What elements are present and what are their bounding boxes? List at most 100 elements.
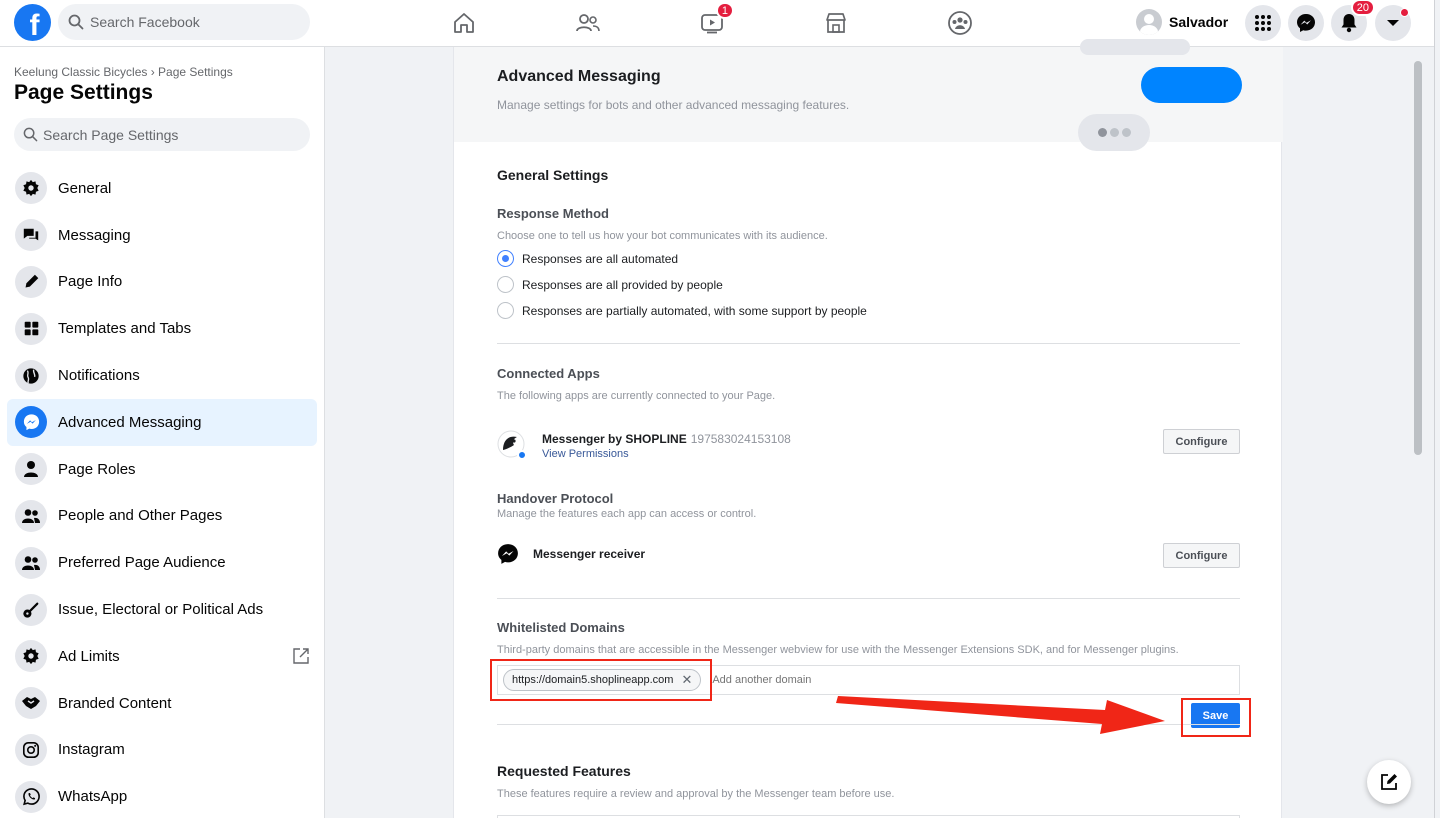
page-title: Page Settings xyxy=(14,81,153,104)
profile-name: Salvador xyxy=(1169,14,1229,30)
response-method-desc: Choose one to tell us how your bot commu… xyxy=(497,230,828,242)
annotation-arrow-icon xyxy=(836,696,1165,734)
typing-indicator-icon xyxy=(1078,114,1150,151)
external-link-icon xyxy=(292,647,310,670)
radio-button[interactable] xyxy=(497,302,514,319)
connected-app-name: Messenger by SHOPLINE xyxy=(542,432,687,446)
decorative-chat-bubble xyxy=(1141,67,1242,103)
compose-icon xyxy=(1381,774,1397,790)
messenger-button[interactable] xyxy=(1288,5,1324,41)
search-icon xyxy=(23,127,38,142)
requested-features-desc: These features require a review and appr… xyxy=(497,788,895,800)
sidebar-item-page-roles[interactable]: Page Roles xyxy=(7,446,317,493)
marketplace-tab[interactable] xyxy=(820,8,852,38)
radio-all-automated[interactable]: Responses are all automated xyxy=(497,250,678,267)
new-message-button[interactable] xyxy=(1367,760,1411,804)
sidebar-item-page-info[interactable]: Page Info xyxy=(7,259,317,306)
profile-button[interactable]: Salvador xyxy=(1136,7,1228,37)
sidebar-item-label: Branded Content xyxy=(58,694,172,712)
sidebar-item-instagram[interactable]: Instagram xyxy=(7,727,317,774)
sidebar-item-label: Page Info xyxy=(58,273,123,291)
connected-apps-title: Connected Apps xyxy=(497,366,600,381)
sidebar-item-label: Issue, Electoral or Political Ads xyxy=(58,601,264,619)
account-menu-button[interactable] xyxy=(1375,5,1411,41)
sidebar-item-label: Preferred Page Audience xyxy=(58,554,226,572)
home-tab[interactable] xyxy=(448,8,480,38)
facebook-search-input[interactable]: Search Facebook xyxy=(58,4,310,40)
view-permissions-link[interactable]: View Permissions xyxy=(542,448,791,460)
sidebar-item-preferred-page-audience[interactable]: Preferred Page Audience xyxy=(7,539,317,586)
guitar-icon xyxy=(15,593,47,626)
connected-app-info: Messenger by SHOPLINE 197583024153108 Vie… xyxy=(542,430,791,460)
sidebar-item-general[interactable]: General xyxy=(7,165,317,212)
radio-button[interactable] xyxy=(497,276,514,293)
panel-subtitle: Manage settings for bots and other advan… xyxy=(497,98,850,112)
radio-all-people[interactable]: Responses are all provided by people xyxy=(497,276,723,293)
scrollbar-thumb[interactable] xyxy=(1414,61,1422,455)
apps-grid-icon xyxy=(1255,15,1271,31)
search-icon xyxy=(68,14,84,30)
sidebar-item-label: Messaging xyxy=(58,226,131,244)
marketplace-icon xyxy=(826,13,846,33)
whitelisted-domains-desc: Third-party domains that are accessible … xyxy=(497,644,1179,656)
configure-connected-app-button[interactable]: Configure xyxy=(1163,429,1240,454)
watch-tab[interactable]: 1 xyxy=(696,2,734,38)
configure-handover-button[interactable]: Configure xyxy=(1163,543,1240,568)
sidebar-item-branded-content[interactable]: Branded Content xyxy=(7,680,317,727)
chat-icon xyxy=(15,219,47,252)
handover-protocol-desc: Manage the features each app can access … xyxy=(497,508,757,520)
sidebar-item-ad-limits[interactable]: Ad Limits xyxy=(7,633,317,680)
sidebar-item-label: Instagram xyxy=(58,741,125,759)
friends-tab[interactable] xyxy=(572,8,604,38)
facebook-logo[interactable]: f xyxy=(14,4,51,42)
top-navigation-bar: f Search Facebook 1 Salvador 20 xyxy=(0,0,1440,47)
messenger-icon xyxy=(15,406,47,439)
panel-header: Advanced Messaging Manage settings for b… xyxy=(454,39,1283,151)
add-domain-input[interactable] xyxy=(712,674,1193,686)
radio-button[interactable] xyxy=(497,250,514,267)
decorative-chat-bubble xyxy=(1080,39,1190,55)
response-method-title: Response Method xyxy=(497,206,609,221)
account-alert-dot xyxy=(1400,8,1409,17)
sidebar-item-label: People and Other Pages xyxy=(58,507,223,525)
radio-label: Responses are partially automated, with … xyxy=(522,303,867,318)
notifications-button[interactable]: 20 xyxy=(1331,0,1375,41)
messenger-icon xyxy=(498,544,518,564)
panel-title: Advanced Messaging xyxy=(497,68,661,85)
sidebar-item-notifications[interactable]: Notifications xyxy=(7,352,317,399)
sidebar-item-political-ads[interactable]: Issue, Electoral or Political Ads xyxy=(7,586,317,633)
groups-tab[interactable] xyxy=(944,8,976,38)
facebook-logo-letter: f xyxy=(29,8,40,42)
side-search-placeholder: Search Page Settings xyxy=(43,126,179,143)
annotation-highlight-domain xyxy=(490,659,712,701)
page-scrollbar[interactable] xyxy=(1409,47,1428,818)
sidebar-item-messaging[interactable]: Messaging xyxy=(7,212,317,259)
people-icon xyxy=(15,546,47,579)
shopline-app-icon xyxy=(497,430,527,460)
radio-label: Responses are all automated xyxy=(522,251,679,266)
section-divider xyxy=(497,598,1240,599)
sidebar-item-advanced-messaging[interactable]: Advanced Messaging xyxy=(7,398,317,446)
sidebar-menu: General Messaging Page Info Templates an… xyxy=(7,165,317,818)
radio-partially-automated[interactable]: Responses are partially automated, with … xyxy=(497,302,867,319)
sidebar-item-label: Templates and Tabs xyxy=(58,320,192,338)
sidebar-item-templates-and-tabs[interactable]: Templates and Tabs xyxy=(7,305,317,352)
window-edge xyxy=(1434,0,1440,818)
sidebar-item-people-and-other-pages[interactable]: People and Other Pages xyxy=(7,493,317,540)
globe-icon xyxy=(15,359,47,392)
caret-down-icon xyxy=(1387,20,1399,26)
sidebar-item-label: Advanced Messaging xyxy=(58,413,202,431)
gear-icon xyxy=(15,640,47,673)
handover-protocol-title: Handover Protocol xyxy=(497,491,614,506)
connected-app-id: 197583024153108 xyxy=(690,432,791,446)
annotation-highlight-save xyxy=(1181,698,1251,737)
menu-button[interactable] xyxy=(1245,5,1281,41)
sidebar-item-whatsapp[interactable]: WhatsApp xyxy=(7,773,317,818)
sidebar-item-label: Notifications xyxy=(58,367,140,385)
sidebar-item-label: Page Roles xyxy=(58,460,136,478)
watch-badge: 1 xyxy=(715,2,734,19)
settings-sidebar: Keelung Classic Bicycles › Page Settings… xyxy=(0,47,325,818)
person-icon xyxy=(15,453,47,486)
breadcrumb[interactable]: Keelung Classic Bicycles › Page Settings xyxy=(14,65,233,79)
page-settings-search-input[interactable]: Search Page Settings xyxy=(14,118,310,151)
